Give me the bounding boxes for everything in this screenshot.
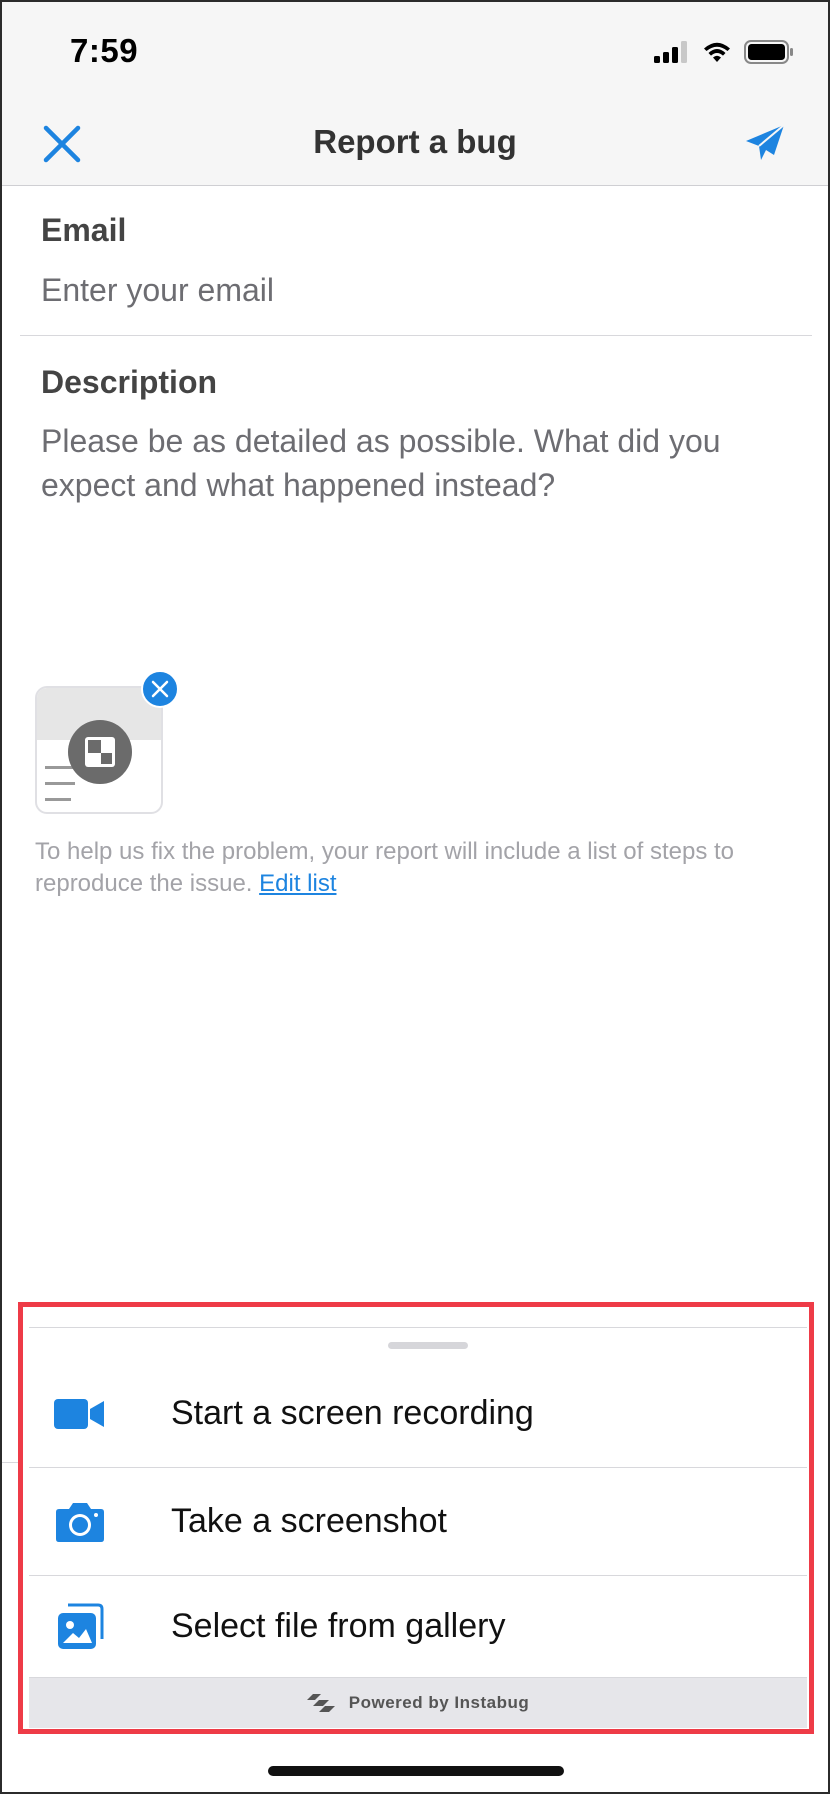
option-label: Take a screenshot <box>171 1502 447 1540</box>
repro-steps-notice: To help us fix the problem, your report … <box>35 836 805 900</box>
camera-icon <box>53 1495 107 1549</box>
send-icon <box>746 124 785 160</box>
start-screen-recording-option[interactable]: Start a screen recording <box>29 1360 807 1468</box>
wifi-icon <box>704 42 730 62</box>
email-field[interactable] <box>41 268 791 312</box>
header: 7:59 Report a bug <box>2 2 828 186</box>
description-label: Description <box>41 364 218 400</box>
thumbnail-text-line <box>45 798 71 801</box>
sheet-grabber[interactable] <box>388 1342 468 1349</box>
cellular-signal-icon <box>654 41 687 63</box>
gallery-icon <box>53 1600 107 1654</box>
remove-attachment-button[interactable] <box>141 670 179 708</box>
option-label: Select file from gallery <box>171 1607 506 1645</box>
select-from-gallery-option[interactable]: Select file from gallery <box>29 1576 807 1678</box>
edit-list-link[interactable]: Edit list <box>259 870 336 897</box>
status-icons <box>654 40 794 64</box>
repro-steps-text: To help us fix the problem, your report … <box>35 838 734 897</box>
instabug-logo-icon <box>306 1694 335 1712</box>
close-icon <box>151 680 169 698</box>
powered-by-text: Powered by Instabug <box>348 1693 530 1712</box>
send-button[interactable] <box>740 118 790 168</box>
battery-icon <box>744 40 793 64</box>
video-camera-icon <box>53 1387 107 1441</box>
powered-by-footer: Powered by Instabug <box>29 1678 807 1728</box>
screenshot-badge <box>68 720 132 784</box>
screen-frame: 7:59 Report a bug Email Enter your email… <box>0 0 830 1794</box>
option-label: Start a screen recording <box>171 1394 534 1432</box>
take-screenshot-option[interactable]: Take a screenshot <box>29 1468 807 1576</box>
sheet-content: Start a screen recording Take a screensh… <box>29 1327 807 1728</box>
thumbnail-text-line <box>45 782 75 785</box>
home-indicator[interactable] <box>268 1766 564 1776</box>
email-label: Email <box>41 212 127 248</box>
status-time: 7:59 <box>70 32 139 69</box>
image-annotation-icon <box>85 737 115 767</box>
field-divider <box>20 335 812 336</box>
page-title: Report a bug <box>313 123 517 160</box>
attachment-options-sheet: Start a screen recording Take a screensh… <box>18 1302 814 1734</box>
description-field[interactable] <box>41 419 801 589</box>
screenshot-attachment-thumbnail[interactable] <box>35 686 163 814</box>
